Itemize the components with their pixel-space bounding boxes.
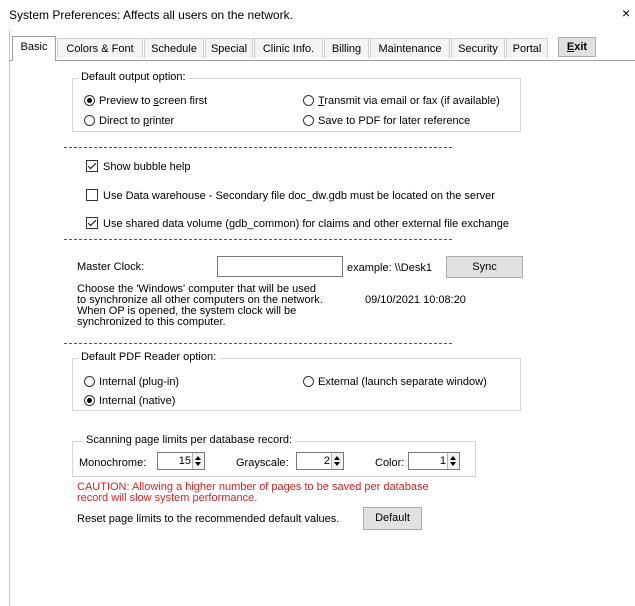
default-button[interactable]: Default <box>363 507 422 530</box>
title-bar: System Preferences: Affects all users on… <box>0 0 635 30</box>
color-label: Color: <box>375 457 405 469</box>
shared-data-volume-checkbox[interactable]: Use shared data volume (gdb_common) for … <box>86 217 509 231</box>
master-clock-example: example: \\Desk1 <box>347 262 432 274</box>
tab-billing[interactable]: Billing <box>324 38 369 58</box>
checkbox-indicator <box>86 160 98 172</box>
close-icon[interactable]: × <box>622 5 630 21</box>
tab-basic[interactable]: Basic <box>12 36 56 61</box>
spin-down-icon[interactable] <box>334 462 340 466</box>
tab-portal[interactable]: Portal <box>506 38 548 58</box>
tab-schedule[interactable]: Schedule <box>144 38 204 58</box>
tab-clinic-info[interactable]: Clinic Info. <box>254 38 323 58</box>
tab-special[interactable]: Special <box>205 38 253 58</box>
preferences-window: System Preferences: Affects all users on… <box>0 0 635 606</box>
spinner-arrows[interactable] <box>447 453 459 469</box>
separator-dashes <box>64 343 452 344</box>
show-bubble-help-checkbox[interactable]: Show bubble help <box>86 160 190 174</box>
radio-indicator <box>84 115 95 126</box>
spinner-arrows[interactable] <box>192 453 204 469</box>
radio-indicator <box>303 115 314 126</box>
radio-indicator <box>303 95 314 106</box>
color-spinner[interactable]: 1 <box>408 452 460 470</box>
preview-screen-radio[interactable]: Preview to screen first <box>84 94 207 108</box>
radio-indicator <box>84 95 95 106</box>
window-title: System Preferences: Affects all users on… <box>9 8 293 22</box>
grayscale-spinner[interactable]: 2 <box>296 452 344 470</box>
clock-description-line: synchronized to this computer. <box>77 316 226 328</box>
clock-timestamp: 09/10/2021 10:08:20 <box>365 294 466 306</box>
pdf-internal-native-radio[interactable]: Internal (native) <box>84 394 175 408</box>
master-clock-label: Master Clock: <box>77 261 145 273</box>
spin-up-icon[interactable] <box>195 456 201 460</box>
reset-limits-text: Reset page limits to the recommended def… <box>77 513 340 525</box>
sync-button[interactable]: Sync <box>446 256 523 278</box>
checkbox-indicator <box>86 217 98 229</box>
pdf-reader-legend: Default PDF Reader option: <box>78 351 220 363</box>
pdf-external-radio[interactable]: External (launch separate window) <box>303 375 487 389</box>
scanning-limits-legend: Scanning page limits per database record… <box>83 434 296 446</box>
data-warehouse-checkbox[interactable]: Use Data warehouse - Secondary file doc_… <box>86 189 495 203</box>
spin-up-icon[interactable] <box>450 456 456 460</box>
caution-text-line2: record will slow system performance. <box>77 492 258 504</box>
output-option-legend: Default output option: <box>78 71 189 83</box>
spinner-arrows[interactable] <box>331 453 343 469</box>
save-pdf-radio[interactable]: Save to PDF for later reference <box>303 114 470 128</box>
monochrome-spinner[interactable]: 15 <box>157 452 205 470</box>
master-clock-input[interactable] <box>217 256 343 277</box>
checkbox-indicator <box>86 189 98 201</box>
separator-dashes <box>64 239 452 240</box>
radio-indicator <box>84 376 95 387</box>
spin-down-icon[interactable] <box>450 462 456 466</box>
tab-divider <box>9 60 635 61</box>
monochrome-label: Monochrome: <box>79 457 147 469</box>
tab-maintenance[interactable]: Maintenance <box>370 38 450 58</box>
radio-indicator <box>303 376 314 387</box>
exit-label: xit <box>574 41 588 53</box>
separator-dashes <box>64 147 452 148</box>
exit-button[interactable]: Exit <box>558 37 596 57</box>
direct-printer-radio[interactable]: Direct to printer <box>84 114 174 128</box>
spin-up-icon[interactable] <box>334 456 340 460</box>
grayscale-label: Grayscale: <box>236 457 289 469</box>
spin-down-icon[interactable] <box>195 462 201 466</box>
tab-security[interactable]: Security <box>451 38 505 58</box>
pdf-internal-plugin-radio[interactable]: Internal (plug-in) <box>84 375 179 389</box>
transmit-email-fax-radio[interactable]: Transmit via email or fax (if available) <box>303 94 500 108</box>
radio-indicator <box>84 395 95 406</box>
tab-colors-font[interactable]: Colors & Font <box>57 38 143 58</box>
